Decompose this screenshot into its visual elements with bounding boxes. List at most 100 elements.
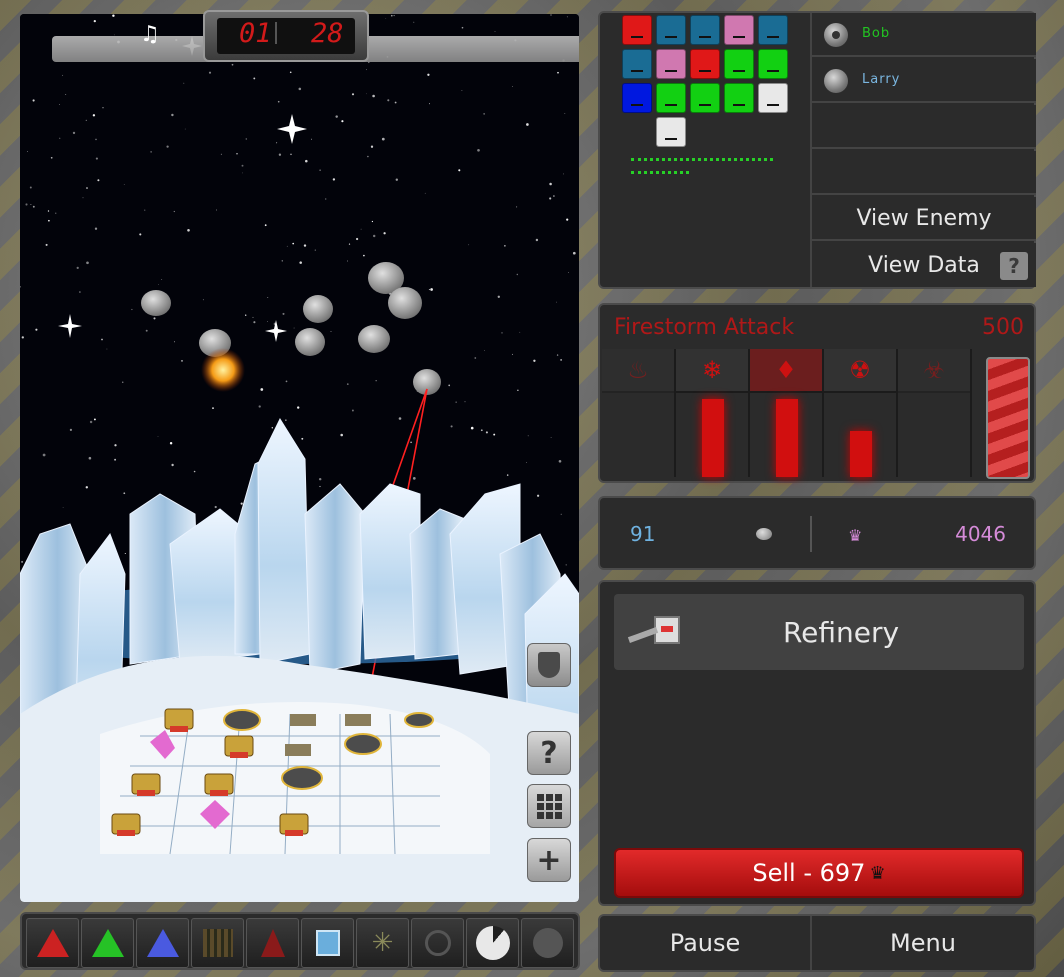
radiation-icon: ☢	[824, 349, 896, 393]
tool-refinery[interactable]	[301, 918, 354, 968]
inventory-block-green	[724, 49, 754, 79]
attack-cost: 500	[982, 315, 1024, 340]
shield-button[interactable]	[527, 643, 571, 687]
ore-rock-icon	[756, 528, 772, 540]
weapon-charge-bar	[702, 399, 724, 477]
shield-icon	[538, 652, 560, 678]
question-icon: ?	[540, 735, 558, 771]
building-header: Refinery	[614, 594, 1024, 670]
inventory-block-green	[656, 83, 686, 113]
inventory-block-blue	[622, 83, 652, 113]
weapon-charge-bar	[850, 431, 872, 477]
crystal-crown-icon: ♛	[848, 526, 863, 545]
plus-icon: +	[536, 842, 562, 878]
menu-label: Menu	[890, 929, 956, 957]
radar-icon: ✳	[371, 928, 394, 958]
radio-selected-icon	[824, 23, 848, 47]
inventory-block-green	[690, 83, 720, 113]
flame-spread-icon: ♨	[602, 349, 674, 393]
progress-dots-2	[631, 171, 689, 174]
radio-icon	[824, 69, 848, 93]
inventory-block-white	[656, 117, 686, 147]
weapon-slot[interactable]: ☣	[898, 349, 972, 477]
inventory-block-teal	[758, 15, 788, 45]
snowflake-icon: ❄	[676, 349, 748, 393]
inventory-block-teal	[690, 15, 720, 45]
pause-button[interactable]: Pause	[600, 916, 812, 970]
ore-count: 91	[630, 522, 656, 546]
weapon-slot[interactable]: ❄	[676, 349, 750, 477]
crystal-count: 4046	[955, 522, 1006, 546]
sell-label: Sell - 697	[752, 859, 866, 887]
help-button[interactable]: ?	[527, 731, 571, 775]
inventory-block-pink	[724, 15, 754, 45]
view-data-button[interactable]: View Data ?	[812, 243, 1036, 287]
tool-red-tower[interactable]	[26, 918, 79, 968]
inventory-block-green	[724, 83, 754, 113]
player-name: Larry	[862, 72, 901, 87]
red-tower-icon	[36, 929, 69, 957]
inventory-block-white	[758, 83, 788, 113]
game-viewport[interactable]: ? +	[20, 14, 579, 902]
inventory-block-teal	[656, 15, 686, 45]
wall-icon	[202, 929, 233, 957]
tool-green-tower[interactable]	[81, 918, 134, 968]
biohazard-icon: ☣	[898, 349, 970, 393]
player-row-larry[interactable]: Larry	[812, 59, 1036, 103]
round-timer: 01 28	[203, 10, 369, 62]
view-enemy-button[interactable]: View Enemy	[812, 197, 1036, 241]
menu-button[interactable]: Menu	[812, 916, 1034, 970]
game-controls: Pause Menu	[598, 914, 1036, 972]
grid-icon	[536, 793, 562, 819]
inventory-block-teal	[622, 49, 652, 79]
inventory-block-red	[622, 15, 652, 45]
zoom-in-button[interactable]: +	[527, 838, 571, 882]
launch-attack-button[interactable]	[986, 357, 1030, 479]
pause-label: Pause	[669, 929, 741, 957]
tool-missile[interactable]	[246, 918, 299, 968]
building-name: Refinery	[782, 616, 900, 649]
player-row-bob[interactable]: Bob	[812, 13, 1036, 57]
player-row-empty	[812, 151, 1036, 195]
timer-minutes: 01	[239, 18, 272, 49]
attack-name: Firestorm Attack	[614, 315, 795, 340]
sell-button[interactable]: Sell - 697 ♛	[614, 848, 1024, 898]
weapon-charge-bar	[776, 399, 798, 477]
player-row-empty	[812, 105, 1036, 149]
fire-icon: ♦	[750, 349, 822, 393]
refinery-icon	[315, 930, 340, 956]
inventory-block-green	[758, 49, 788, 79]
crosshair-icon	[424, 930, 451, 956]
player-list: Bob Larry View Enemy View Data ?	[810, 13, 1036, 287]
crown-icon: ♛	[869, 862, 886, 884]
green-tower-icon	[91, 929, 124, 957]
explosion	[201, 348, 245, 392]
music-note-icon[interactable]: ♫	[140, 22, 160, 48]
progress-dots-1	[631, 158, 773, 161]
question-icon[interactable]: ?	[1000, 252, 1028, 280]
tool-crown[interactable]	[521, 918, 574, 968]
inventory-block-red	[690, 49, 720, 79]
resources-panel: 91 ♛ 4046	[598, 496, 1036, 570]
view-data-label: View Data	[868, 252, 980, 278]
timer-seconds: 28	[311, 18, 344, 49]
weapon-slot[interactable]: ☢	[824, 349, 898, 477]
building-info-panel: Refinery Sell - 697 ♛	[598, 580, 1036, 906]
weapon-slot[interactable]: ♨	[602, 349, 676, 477]
status-panel: Bob Larry View Enemy View Data ?	[598, 11, 1036, 289]
player-name: Bob	[862, 26, 891, 41]
inventory-block-pink	[656, 49, 686, 79]
tool-blue-tower[interactable]	[136, 918, 189, 968]
view-enemy-label: View Enemy	[856, 205, 992, 231]
build-toolbar: ✳	[20, 912, 580, 970]
missile-icon	[260, 929, 285, 957]
crown-icon	[532, 928, 563, 958]
tool-radar[interactable]: ✳	[356, 918, 409, 968]
tool-target[interactable]	[411, 918, 464, 968]
tool-wall[interactable]	[191, 918, 244, 968]
tool-sell[interactable]	[466, 918, 519, 968]
grid-button[interactable]	[527, 784, 571, 828]
blue-tower-icon	[146, 929, 179, 957]
pie-icon	[475, 926, 510, 960]
weapon-slot[interactable]: ♦	[750, 349, 824, 477]
